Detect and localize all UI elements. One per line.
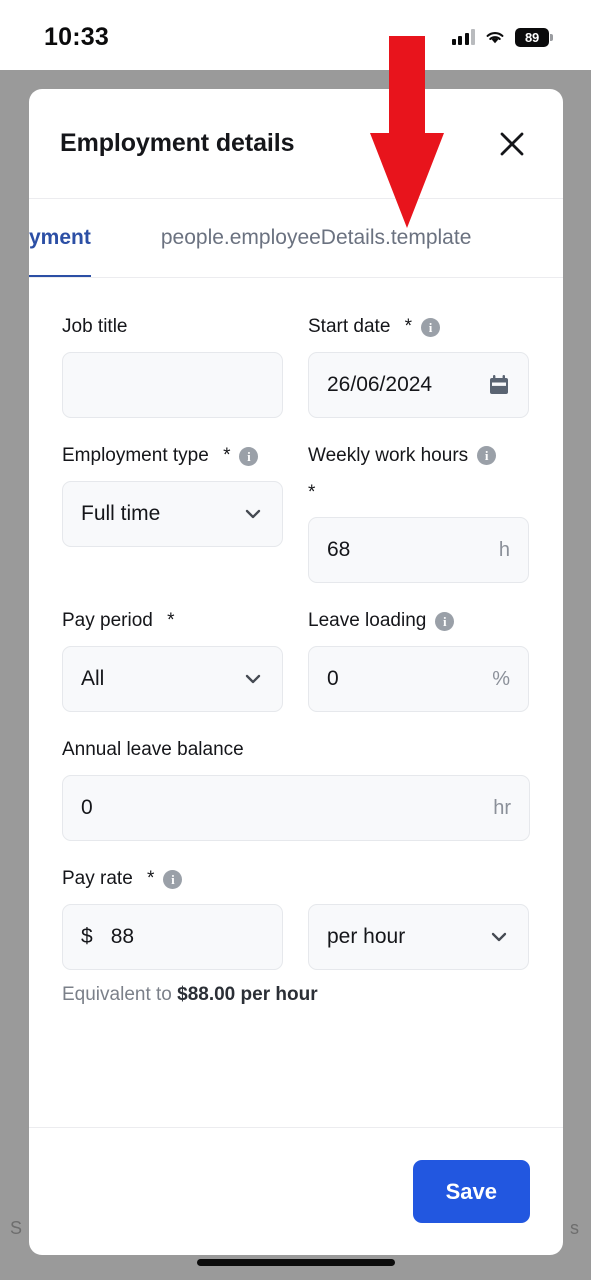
- field-annual-leave-balance: Annual leave balance 0 hr: [62, 736, 530, 842]
- leave-loading-input[interactable]: 0 %: [308, 646, 529, 713]
- pay-period-label-text: Pay period: [62, 610, 153, 632]
- page-title: Employment details: [60, 129, 295, 157]
- close-icon: [500, 132, 524, 155]
- calendar-icon[interactable]: [488, 374, 510, 396]
- start-date-info-icon[interactable]: i: [421, 317, 441, 337]
- leave-loading-value: 0: [327, 667, 339, 691]
- phone-screen: 10:33 89 S s Employment details yment pe…: [0, 0, 591, 1280]
- home-indicator: [196, 1259, 395, 1266]
- status-time: 10:33: [44, 22, 109, 51]
- pay-rate-frequency-value: per hour: [327, 925, 406, 949]
- start-date-label-text: Start date: [308, 316, 391, 338]
- weekly-work-hours-input[interactable]: 68 h: [308, 517, 529, 584]
- tab-employee-details-template[interactable]: people.employeeDetails.template: [161, 199, 472, 277]
- form-row-5: Pay rate * i $ 88 per hour: [62, 865, 530, 971]
- status-bar: 10:33 89: [0, 0, 591, 70]
- field-job-title: Job title: [62, 313, 283, 418]
- chevron-down-icon: [245, 674, 261, 684]
- background-text-left: S: [10, 1218, 23, 1238]
- cellular-bars-icon: [451, 29, 475, 45]
- start-date-label: Start date * i: [308, 313, 529, 341]
- wifi-icon: [486, 31, 504, 44]
- field-pay-period: Pay period * All: [62, 607, 283, 713]
- employment-type-info-icon[interactable]: i: [239, 446, 259, 466]
- dialog-body: Job title Start date * i 26/06/2024 Empl…: [29, 278, 563, 1127]
- leave-loading-label-text: Leave loading: [308, 610, 427, 632]
- weekly-work-hours-value: 68: [327, 538, 351, 562]
- weekly-work-hours-required-mark: *: [308, 481, 316, 503]
- start-date-value: 26/06/2024: [327, 373, 433, 396]
- form-row-2: Employment type * i Full time Weekly wor…: [62, 442, 530, 584]
- save-button[interactable]: Save: [412, 1160, 530, 1223]
- job-title-input[interactable]: [62, 352, 283, 418]
- leave-loading-unit: %: [492, 667, 510, 690]
- pay-rate-frequency-label-spacer: [308, 865, 529, 893]
- job-title-label-text: Job title: [62, 316, 128, 338]
- annual-leave-balance-label-text: Annual leave balance: [62, 739, 244, 761]
- pay-rate-input[interactable]: $ 88: [62, 904, 283, 971]
- battery-percent: 89: [524, 29, 540, 45]
- form-row-3: Pay period * All Leave loading i 0 %: [62, 607, 530, 713]
- weekly-work-hours-info-icon[interactable]: i: [477, 446, 497, 466]
- equivalent-prefix: Equivalent to: [62, 984, 178, 1006]
- pay-period-value: All: [81, 667, 105, 691]
- battery-icon: 89: [515, 27, 553, 47]
- close-button[interactable]: [491, 123, 533, 165]
- pay-period-label: Pay period *: [62, 607, 283, 635]
- annual-leave-balance-label: Annual leave balance: [62, 736, 530, 764]
- employment-type-label-text: Employment type: [62, 445, 209, 467]
- job-title-label: Job title: [62, 313, 283, 341]
- equivalent-amount: $88.00 per hour: [177, 984, 318, 1006]
- field-employment-type: Employment type * i Full time: [62, 442, 283, 583]
- pay-rate-value: 88: [110, 925, 135, 949]
- status-indicators: 89: [451, 24, 553, 47]
- chevron-down-icon: [245, 509, 261, 519]
- field-start-date: Start date * i 26/06/2024: [308, 313, 529, 418]
- annual-leave-balance-input[interactable]: 0 hr: [62, 775, 530, 842]
- chevron-down-icon: [491, 932, 507, 942]
- employment-type-value: Full time: [81, 502, 161, 525]
- pay-rate-label: Pay rate * i: [62, 865, 283, 893]
- employment-type-required-mark: *: [217, 445, 231, 467]
- annual-leave-balance-value: 0: [81, 796, 93, 820]
- pay-period-select[interactable]: All: [62, 646, 283, 713]
- pay-rate-info-icon[interactable]: i: [163, 869, 183, 889]
- field-pay-rate: Pay rate * i $ 88: [62, 865, 283, 971]
- form-row-1: Job title Start date * i 26/06/2024: [62, 313, 530, 418]
- leave-loading-label: Leave loading i: [308, 607, 529, 635]
- leave-loading-info-icon[interactable]: i: [435, 611, 455, 631]
- currency-symbol: $: [81, 925, 93, 949]
- pay-rate-required-mark: *: [141, 868, 155, 890]
- dialog-header: Employment details: [29, 89, 563, 199]
- equivalent-text: Equivalent to $88.00 per hour: [62, 984, 530, 1006]
- form-row-4: Annual leave balance 0 hr: [62, 736, 530, 842]
- start-date-input[interactable]: 26/06/2024: [308, 352, 529, 418]
- annual-leave-balance-unit: hr: [493, 796, 511, 819]
- employment-type-select[interactable]: Full time: [62, 481, 283, 547]
- field-leave-loading: Leave loading i 0 %: [308, 607, 529, 713]
- field-weekly-work-hours: Weekly work hours i * 68 h: [308, 442, 529, 584]
- employment-type-label: Employment type * i: [62, 442, 283, 470]
- pay-rate-label-text: Pay rate: [62, 868, 133, 890]
- employment-details-dialog: Employment details yment people.employee…: [29, 89, 563, 1255]
- pay-period-required-mark: *: [161, 610, 175, 632]
- start-date-required-mark: *: [399, 316, 413, 338]
- weekly-work-hours-label-text: Weekly work hours: [308, 445, 469, 466]
- dialog-footer: Save: [29, 1127, 563, 1255]
- field-pay-rate-frequency: per hour: [308, 865, 529, 971]
- pay-rate-frequency-select[interactable]: per hour: [308, 904, 529, 971]
- tab-employment[interactable]: yment: [29, 199, 91, 277]
- weekly-work-hours-unit: h: [498, 538, 510, 561]
- background-text-right: s: [570, 1218, 579, 1238]
- weekly-work-hours-label: Weekly work hours i *: [308, 442, 529, 506]
- dialog-tabs: yment people.employeeDetails.template: [29, 199, 563, 278]
